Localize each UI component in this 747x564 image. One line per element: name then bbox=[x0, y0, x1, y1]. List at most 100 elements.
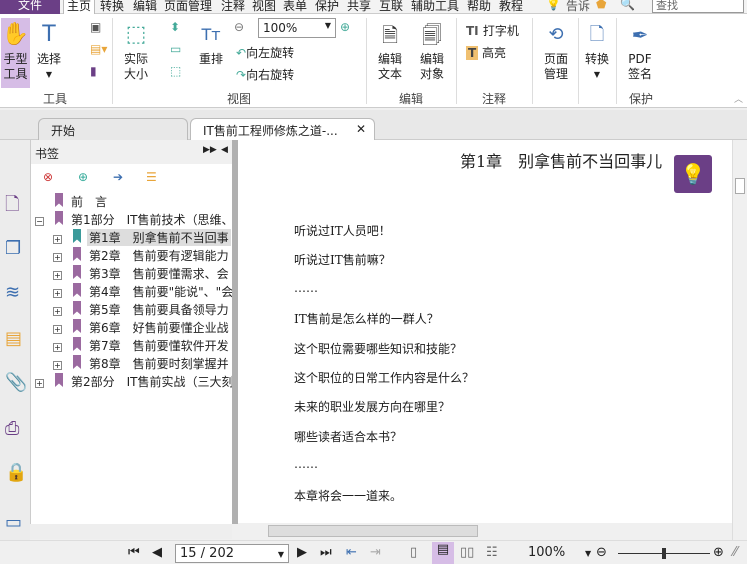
lightbulb-icon[interactable]: 💡 bbox=[674, 155, 712, 193]
bookmark-item[interactable]: + 第5章 售前要具备领导力 bbox=[31, 300, 233, 318]
expand-icon[interactable]: + bbox=[53, 325, 62, 334]
select-button[interactable]: T 选择 ▼ bbox=[34, 18, 64, 82]
previous-page-icon[interactable]: ◀ bbox=[152, 545, 162, 560]
single-page-icon[interactable]: ▯ bbox=[410, 545, 417, 560]
menu-help[interactable]: 帮助 bbox=[467, 0, 491, 14]
shield-icon[interactable]: ⬟ bbox=[596, 0, 606, 11]
actual-size-button[interactable]: ⬚ 实际 大小 bbox=[118, 18, 154, 82]
menu-form[interactable]: 表单 bbox=[283, 0, 307, 14]
tab-document[interactable]: IT售前工程师修炼之道-... ✕ bbox=[190, 118, 375, 140]
expand-icon[interactable]: + bbox=[53, 289, 62, 298]
lightbulb-icon[interactable]: 💡 bbox=[546, 0, 561, 11]
tell-me[interactable]: 告诉 bbox=[566, 0, 590, 14]
rotate-left-button[interactable]: ↶向左旋转 bbox=[236, 44, 294, 61]
previous-view-icon[interactable]: ⇤ bbox=[346, 545, 357, 560]
signature-icon[interactable]: ⎙ bbox=[5, 418, 27, 440]
bookmark-item[interactable]: − 第1部分 IT售前技术（思维、 bbox=[31, 210, 233, 228]
expand-icon[interactable]: + bbox=[35, 379, 44, 388]
zoom-out-icon[interactable]: ⊖ bbox=[596, 545, 607, 560]
edit-text-button[interactable]: 🗎 编辑 文本 bbox=[372, 18, 408, 82]
vertical-scrollbar[interactable] bbox=[732, 140, 747, 540]
facing-page-icon[interactable]: ▯▯ bbox=[460, 545, 474, 560]
layers-icon[interactable]: ≋ bbox=[5, 282, 27, 304]
edit-object-button[interactable]: 🗐 编辑 对象 bbox=[412, 18, 452, 82]
pages-icon[interactable]: ❐ bbox=[5, 238, 27, 260]
clipboard-icon[interactable]: ▤▾ bbox=[90, 42, 107, 56]
continuous-page-icon[interactable]: ▤ bbox=[432, 542, 454, 564]
bookmark-item[interactable]: + 第7章 售前要懂软件开发 bbox=[31, 336, 233, 354]
bookmark-item[interactable]: 前 言 bbox=[31, 192, 233, 210]
comments-icon[interactable]: ▤ bbox=[5, 328, 27, 350]
attachment-icon[interactable]: 📎 bbox=[5, 372, 27, 394]
close-icon[interactable]: ✕ bbox=[356, 122, 366, 136]
snapshot-icon[interactable]: ▣ bbox=[90, 20, 101, 34]
convert-button[interactable]: 🗋 转换 ▼ bbox=[580, 18, 614, 82]
zoom-in-icon[interactable]: ⊕ bbox=[713, 545, 724, 560]
menu-tutorial[interactable]: 教程 bbox=[499, 0, 523, 14]
file-menu[interactable]: 文件 bbox=[0, 0, 60, 14]
tab-start[interactable]: 开始 bbox=[38, 118, 188, 140]
reflow-button[interactable]: Tт 重排 bbox=[194, 18, 228, 67]
page-icon[interactable]: ▮ bbox=[90, 64, 97, 78]
menu-accessibility[interactable]: 辅助工具 bbox=[411, 0, 459, 14]
bookmark-item[interactable]: + 第4章 售前要"能说"、"会 bbox=[31, 282, 233, 300]
menu-view[interactable]: 视图 bbox=[252, 0, 276, 14]
fit-page-icon[interactable]: ⬍ bbox=[170, 20, 180, 34]
bookmark-item[interactable]: + 第3章 售前要懂需求、会 bbox=[31, 264, 233, 282]
expand-icon[interactable]: + bbox=[53, 253, 62, 262]
panel-horizontal-scrollbar[interactable] bbox=[30, 524, 232, 539]
expand-panel-icon[interactable]: ▶▶ bbox=[203, 145, 217, 155]
zoom-slider-handle[interactable] bbox=[662, 548, 666, 559]
bookmark-options-icon[interactable]: ☰ bbox=[146, 170, 157, 184]
collapse-panel-icon[interactable]: ◀ bbox=[221, 145, 228, 155]
collapse-ribbon-icon[interactable]: ︿ bbox=[734, 92, 743, 105]
search-input[interactable]: 查找 bbox=[652, 0, 744, 13]
menu-convert[interactable]: 转换 bbox=[100, 0, 124, 14]
scroll-thumb[interactable] bbox=[268, 525, 478, 537]
scroll-thumb[interactable] bbox=[735, 178, 745, 194]
menu-comment[interactable]: 注释 bbox=[221, 0, 245, 14]
pdf-sign-button[interactable]: ✒ PDF 签名 bbox=[620, 18, 660, 82]
expand-icon[interactable]: + bbox=[53, 361, 62, 370]
last-page-icon[interactable]: ⏭ bbox=[320, 545, 332, 560]
expand-icon[interactable]: + bbox=[53, 307, 62, 316]
highlight-button[interactable]: T 高亮 bbox=[466, 44, 506, 61]
expand-icon[interactable]: + bbox=[53, 271, 62, 280]
goto-bookmark-icon[interactable]: ➔ bbox=[113, 170, 123, 184]
zoom-level[interactable]: 100% bbox=[528, 545, 565, 560]
menu-edit[interactable]: 编辑 bbox=[133, 0, 157, 14]
zoom-select[interactable]: 100% ▼ bbox=[258, 18, 336, 38]
menu-connect[interactable]: 互联 bbox=[379, 0, 403, 14]
rotate-right-button[interactable]: ↷向右旋转 bbox=[236, 66, 294, 83]
typewriter-button[interactable]: TI 打字机 bbox=[466, 22, 519, 39]
zoom-in-icon[interactable]: ⊕ bbox=[340, 20, 350, 34]
first-page-icon[interactable]: ⏮ bbox=[128, 545, 140, 560]
page-number-input[interactable]: 15 / 202 ▼ bbox=[175, 544, 289, 563]
lock-icon[interactable]: 🔒 bbox=[5, 462, 27, 484]
fit-visible-icon[interactable]: ⬚ bbox=[170, 64, 181, 78]
zoom-out-icon[interactable]: ⊖ bbox=[234, 20, 244, 34]
horizontal-scrollbar[interactable] bbox=[238, 523, 732, 539]
bookmark-item[interactable]: + 第8章 售前要时刻掌握并 bbox=[31, 354, 233, 372]
bookmark-item[interactable]: + 第2章 售前要有逻辑能力 bbox=[31, 246, 233, 264]
menu-protect[interactable]: 保护 bbox=[315, 0, 339, 14]
collapse-icon[interactable]: − bbox=[35, 217, 44, 226]
delete-bookmark-icon[interactable]: ⊗ bbox=[43, 170, 53, 184]
continuous-facing-icon[interactable]: ☷ bbox=[486, 545, 498, 560]
tab-home[interactable]: 主页 bbox=[63, 0, 95, 14]
expand-icon[interactable]: + bbox=[53, 343, 62, 352]
bookmark-item[interactable]: + 第6章 好售前要懂企业战 bbox=[31, 318, 233, 336]
fit-width-icon[interactable]: ▭ bbox=[170, 42, 181, 56]
menu-page-manage[interactable]: 页面管理 bbox=[164, 0, 212, 14]
expand-icon[interactable]: + bbox=[53, 235, 62, 244]
next-page-icon[interactable]: ▶ bbox=[297, 545, 307, 560]
form-icon[interactable]: ▭ bbox=[5, 512, 27, 534]
hand-tool-button[interactable]: ✋ 手型 工具 bbox=[1, 18, 30, 88]
menu-share[interactable]: 共享 bbox=[347, 0, 371, 14]
zoom-dropdown-icon[interactable]: ▼ bbox=[585, 549, 591, 558]
add-bookmark-icon[interactable]: ⊕ bbox=[78, 170, 88, 184]
bookmark-panel-icon[interactable]: 🗋 bbox=[5, 192, 27, 215]
search-options-icon[interactable]: 🔍 bbox=[620, 0, 635, 11]
page-manage-button[interactable]: ⟲ 页面 管理 bbox=[536, 18, 576, 82]
resize-grip-icon[interactable]: ⁄⁄ bbox=[733, 545, 737, 560]
